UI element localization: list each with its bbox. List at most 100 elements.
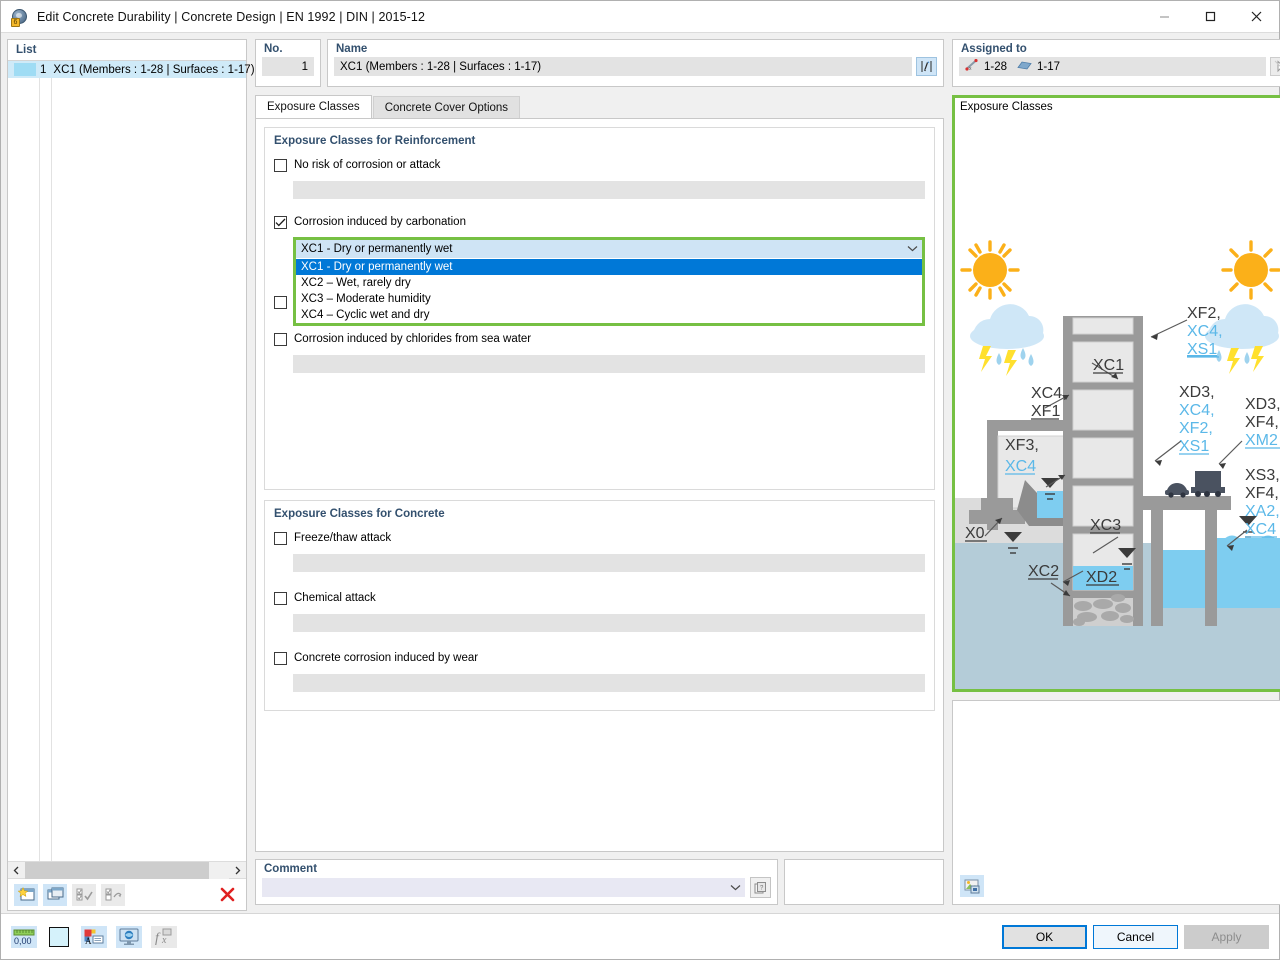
- chevron-down-icon[interactable]: [907, 243, 918, 255]
- checkbox-row-chemical-attack[interactable]: Chemical attack: [274, 589, 925, 607]
- svg-text:XC3: XC3: [1090, 517, 1121, 534]
- scrollbar-track[interactable]: [25, 861, 229, 879]
- comment-input[interactable]: [262, 878, 745, 897]
- footer-toolbar: 0,00 A f x: [11, 925, 177, 948]
- combobox-carbonation-class[interactable]: XC1 - Dry or permanently wet XC1 - Dry o…: [293, 237, 925, 326]
- tab-exposure-classes[interactable]: Exposure Classes: [255, 95, 372, 118]
- maximize-icon[interactable]: [1187, 1, 1233, 32]
- field-corrosion-by-wear: [293, 674, 925, 692]
- list-horizontal-scrollbar[interactable]: [8, 861, 246, 879]
- formula-icon: f x: [151, 925, 177, 948]
- combobox-selected-value[interactable]: XC1 - Dry or permanently wet: [296, 240, 922, 259]
- svg-text:XS1: XS1: [1179, 438, 1209, 455]
- svg-text:XA2,: XA2,: [1245, 503, 1280, 520]
- field-chlorides-sea: [293, 355, 925, 373]
- display-settings-icon[interactable]: [116, 925, 142, 948]
- checkbox-label: Corrosion induced by chlorides from sea …: [294, 333, 532, 345]
- minimize-icon[interactable]: [1141, 1, 1187, 32]
- dialog-footer: 0,00 A f x OK Cancel Apply: [1, 913, 1279, 959]
- pick-in-model-icon[interactable]: [1270, 57, 1280, 76]
- color-swatch-icon[interactable]: [46, 926, 72, 948]
- list-panel: List 1 XC1 (Members : 1-28 | Surfaces : …: [7, 39, 255, 911]
- scrollbar-thumb[interactable]: [25, 861, 209, 879]
- text-settings-icon[interactable]: A: [81, 925, 107, 948]
- checkbox-row-chlorides-sea[interactable]: Corrosion induced by chlorides from sea …: [274, 330, 925, 348]
- tab-label: Concrete Cover Options: [384, 101, 509, 114]
- checkbox-row-freeze-thaw[interactable]: Freeze/thaw attack: [274, 529, 925, 547]
- edit-name-icon[interactable]: [916, 57, 937, 76]
- checkbox-row-wear[interactable]: Concrete corrosion induced by wear: [274, 649, 925, 667]
- group-exposure-reinforcement: Exposure Classes for Reinforcement No ri…: [264, 127, 935, 490]
- member-icon: x: [965, 58, 979, 74]
- comment-group: Comment ?: [255, 859, 778, 905]
- checkbox-label: Concrete corrosion induced by wear: [294, 652, 479, 664]
- scroll-left-icon[interactable]: [8, 861, 25, 879]
- checkbox-corrosion-by-wear[interactable]: [274, 651, 287, 665]
- center-column: No. 1 Name XC1 (Members : 1-28 | Surface…: [255, 39, 944, 911]
- cancel-button[interactable]: Cancel: [1093, 924, 1178, 949]
- checkbox-row-hidden[interactable]: [274, 293, 925, 311]
- svg-text:XC2: XC2: [1028, 563, 1059, 580]
- window-title: Edit Concrete Durability | Concrete Desi…: [37, 9, 426, 24]
- svg-text:XF4,: XF4,: [1245, 485, 1279, 502]
- checkbox-label: Freeze/thaw attack: [294, 532, 392, 544]
- svg-text:0,00: 0,00: [14, 936, 32, 946]
- identification-row: No. 1 Name XC1 (Members : 1-28 | Surface…: [255, 39, 944, 87]
- assigned-to-value[interactable]: x 1-28 1-17: [959, 57, 1266, 76]
- close-icon[interactable]: [1233, 1, 1279, 32]
- dropdown-option[interactable]: XC1 - Dry or permanently wet: [296, 259, 922, 275]
- list-item-label: XC1 (Members : 1-28 | Surfaces : 1-17): [53, 63, 255, 76]
- svg-text:XM2: XM2: [1245, 432, 1278, 449]
- dropdown-option[interactable]: XC2 – Wet, rarely dry: [296, 275, 922, 291]
- app-sphere-icon: 6: [11, 8, 29, 27]
- chevron-down-icon[interactable]: [730, 882, 741, 894]
- svg-text:XS3,: XS3,: [1245, 467, 1280, 484]
- svg-text:XC4,: XC4,: [1187, 323, 1223, 340]
- ok-button[interactable]: OK: [1002, 924, 1087, 949]
- comment-row: Comment ?: [255, 859, 944, 905]
- comment-library-icon[interactable]: ?: [750, 877, 771, 898]
- right-column: Assigned to x 1-28 1-17 Exposure Classes…: [952, 39, 1280, 911]
- delete-item-icon[interactable]: [214, 884, 240, 906]
- tab-concrete-cover-options[interactable]: Concrete Cover Options: [372, 96, 521, 118]
- checkbox-freeze-thaw-attack[interactable]: [274, 531, 287, 545]
- field-chemical-attack: [293, 614, 925, 632]
- checkbox-row-no-risk[interactable]: No risk of corrosion or attack: [274, 156, 925, 174]
- assigned-to-group: Assigned to x 1-28 1-17: [952, 39, 1280, 87]
- exposure-classes-image-panel: Exposure Classes XF2, XC4, XS1 XC1 XC4, …: [952, 95, 1280, 692]
- units-icon[interactable]: 0,00: [11, 925, 37, 948]
- group-exposure-concrete: Exposure Classes for Concrete Freeze/tha…: [264, 500, 935, 711]
- no-input[interactable]: 1: [262, 57, 314, 76]
- group-title: Exposure Classes for Concrete: [274, 508, 445, 520]
- checkbox-row-carbonation[interactable]: Corrosion induced by carbonation: [274, 213, 925, 231]
- tab-strip: Exposure Classes Concrete Cover Options: [255, 95, 944, 118]
- new-item-icon[interactable]: [14, 883, 38, 906]
- assigned-to-label: Assigned to: [961, 43, 1027, 55]
- scroll-right-icon[interactable]: [229, 861, 246, 879]
- checkbox-label: No risk of corrosion or attack: [294, 159, 441, 171]
- list-item-number: 1: [40, 63, 47, 76]
- checkbox-chemical-attack[interactable]: [274, 591, 287, 605]
- svg-text:x: x: [161, 935, 167, 945]
- svg-text:XF2,: XF2,: [1187, 305, 1221, 322]
- checkbox-no-risk[interactable]: [274, 158, 287, 172]
- combobox-dropdown-list[interactable]: XC1 - Dry or permanently wet XC2 – Wet, …: [296, 259, 922, 323]
- checkbox-chlorides-sea-water[interactable]: [274, 332, 287, 346]
- name-field-group: Name XC1 (Members : 1-28 | Surfaces : 1-…: [327, 39, 944, 87]
- list-item[interactable]: 1 XC1 (Members : 1-28 | Surfaces : 1-17): [8, 61, 255, 78]
- name-label: Name: [336, 43, 368, 55]
- svg-text:XF3,: XF3,: [1005, 437, 1039, 454]
- copy-item-icon[interactable]: [43, 883, 67, 906]
- rain-cloud-left-icon: [970, 304, 1044, 376]
- export-image-icon[interactable]: [960, 875, 984, 897]
- list-rows[interactable]: 1 XC1 (Members : 1-28 | Surfaces : 1-17): [8, 61, 255, 861]
- checkbox-hidden-partial[interactable]: [274, 295, 287, 309]
- checkbox-carbonation[interactable]: [274, 215, 287, 229]
- tab-label: Exposure Classes: [267, 101, 360, 113]
- svg-text:XF4,: XF4,: [1245, 414, 1279, 431]
- comment-side-panel: [784, 859, 944, 905]
- select-all-icon: [72, 883, 96, 906]
- svg-text:XD2: XD2: [1086, 569, 1117, 586]
- name-input[interactable]: XC1 (Members : 1-28 | Surfaces : 1-17): [334, 57, 912, 76]
- sun-right-icon: [1221, 240, 1280, 300]
